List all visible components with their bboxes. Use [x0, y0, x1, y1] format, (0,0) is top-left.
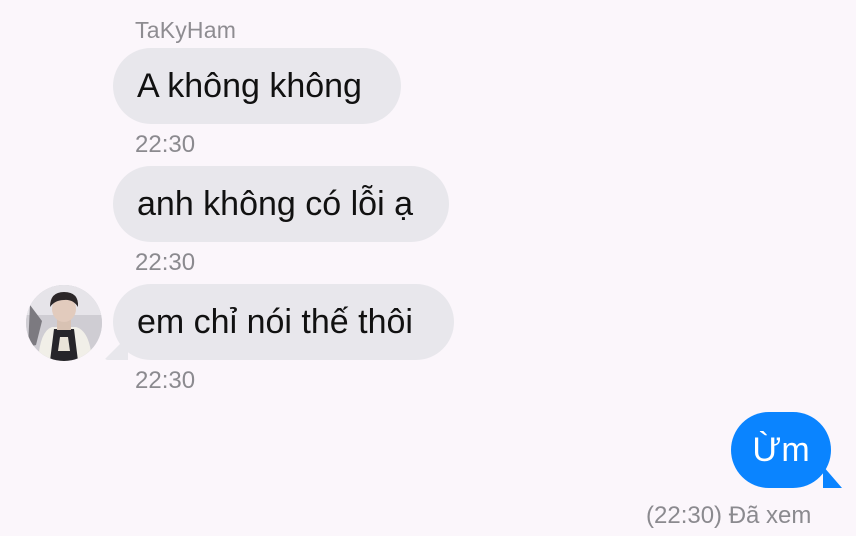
message-timestamp: 22:30 — [135, 367, 196, 394]
outgoing-message-bubble[interactable]: Ừm — [731, 412, 831, 488]
contact-avatar[interactable] — [26, 285, 102, 361]
seen-status: (22:30) Đã xem — [646, 502, 812, 529]
message-timestamp: 22:30 — [135, 131, 196, 158]
message-timestamp: 22:30 — [135, 249, 196, 276]
avatar-photo — [26, 285, 102, 361]
incoming-message-bubble[interactable]: em chỉ nói thế thôi — [113, 284, 454, 360]
outgoing-bubble-tail — [823, 466, 842, 488]
incoming-message-bubble[interactable]: anh không có lỗi ạ — [113, 166, 449, 242]
sender-name: TaKyHam — [135, 17, 237, 43]
incoming-message-bubble[interactable]: A không không — [113, 48, 401, 124]
